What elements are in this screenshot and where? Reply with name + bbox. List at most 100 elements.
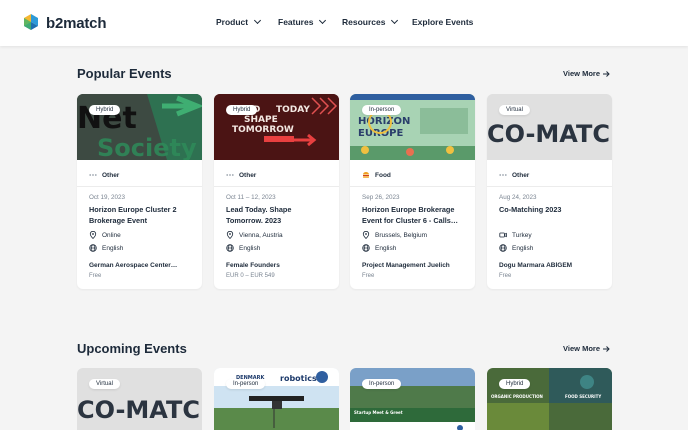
- event-language: English: [499, 244, 600, 252]
- upcoming-view-more-link[interactable]: View More: [563, 344, 610, 353]
- view-more-label: View More: [563, 69, 600, 78]
- event-language: English: [89, 244, 190, 252]
- event-date: Oct 19, 2023: [89, 194, 126, 201]
- event-image: HORIZON EUROPE In-person: [350, 94, 475, 160]
- event-image: ORGANIC PRODUCTION FOOD SECURITY: [487, 368, 612, 430]
- popular-events-title: Popular Events: [77, 66, 172, 81]
- svg-text:FOOD SECURITY: FOOD SECURITY: [565, 394, 601, 399]
- language-label: English: [239, 244, 261, 252]
- event-format-badge: Virtual: [499, 105, 530, 115]
- event-location: Vienna, Austria: [226, 231, 327, 239]
- language-label: English: [512, 244, 534, 252]
- event-card[interactable]: CO-MATC Virtual Other Aug 24, 2023 Co-Ma…: [487, 94, 612, 289]
- event-date: Sep 26, 2023: [362, 194, 400, 201]
- category-label: Other: [102, 171, 120, 179]
- chevron-down-icon: [254, 16, 262, 25]
- svg-text:robotics: robotics: [280, 374, 317, 383]
- event-card[interactable]: LEAD TODAY SHAPE TOMORROW Hybrid Other O…: [214, 94, 339, 289]
- event-card[interactable]: HORIZON EUROPE In-person Food Sep 26, 20…: [350, 94, 475, 289]
- event-price: EUR 0 – EUR 549: [226, 273, 275, 279]
- nav-resources[interactable]: Resources: [342, 16, 399, 27]
- globe-icon: [89, 244, 97, 252]
- globe-icon: [362, 244, 370, 252]
- event-format-badge: Hybrid: [499, 379, 531, 389]
- event-organizer: Project Management Juelich: [362, 262, 450, 269]
- chevron-down-icon: [319, 16, 327, 25]
- event-format-badge: In-person: [362, 379, 402, 389]
- event-title: Lead Today. Shape Tomorrow. 2023: [226, 205, 292, 225]
- event-image: Net Society Hybrid: [77, 94, 202, 160]
- logo[interactable]: b2match: [22, 12, 106, 34]
- logo-text: b2match: [46, 14, 107, 32]
- nav-resources-label: Resources: [342, 17, 386, 27]
- event-format-badge: Hybrid: [226, 105, 258, 115]
- dots-icon: [89, 174, 97, 176]
- top-navbar: b2match Product Features Resources Explo…: [0, 0, 688, 46]
- arrow-right-icon: [603, 70, 610, 77]
- globe-icon: [499, 244, 507, 252]
- nav-features[interactable]: Features: [278, 16, 327, 27]
- dots-icon: [226, 174, 234, 176]
- event-language: English: [226, 244, 327, 252]
- language-label: English: [375, 244, 397, 252]
- event-category: Food: [362, 170, 463, 180]
- event-title: Horizon Europe Brokerage Event for Clust…: [362, 205, 459, 225]
- divider: [214, 186, 339, 187]
- location-pin-icon: [362, 231, 370, 239]
- event-date: Aug 24, 2023: [499, 194, 537, 201]
- chevron-down-icon: [391, 16, 399, 25]
- event-card[interactable]: Startup Meet & Greet In-person: [350, 368, 475, 430]
- svg-text:TODAY: TODAY: [276, 105, 310, 115]
- event-format-badge: In-person: [226, 379, 266, 389]
- video-camera-icon: [499, 232, 507, 238]
- nav-explore-events-label: Explore Events: [412, 17, 474, 27]
- category-label: Other: [512, 171, 530, 179]
- location-pin-icon: [89, 231, 97, 239]
- event-title: Co-Matching 2023: [499, 205, 562, 214]
- location-label: Turkey: [512, 231, 532, 239]
- dots-icon: [499, 174, 507, 176]
- event-organizer: Female Founders: [226, 262, 280, 269]
- event-image: CO-MATC Virtual: [487, 94, 612, 160]
- svg-text:CO-MATC: CO-MATC: [487, 120, 610, 148]
- event-card[interactable]: Net Society Hybrid Other Oct 19, 2023 Ho…: [77, 94, 202, 289]
- upcoming-events-title: Upcoming Events: [77, 341, 187, 356]
- event-image: LEAD TODAY SHAPE TOMORROW Hybrid: [214, 94, 339, 160]
- svg-text:Society: Society: [97, 134, 197, 160]
- event-organizer: Dogu Marmara ABİGEM: [499, 262, 573, 269]
- nav-features-label: Features: [278, 17, 314, 27]
- svg-text:HORIZON: HORIZON: [358, 116, 410, 127]
- arrow-right-icon: [603, 345, 610, 352]
- divider: [77, 186, 202, 187]
- svg-text:Startup Meet & Greet: Startup Meet & Greet: [354, 410, 403, 415]
- event-category: Other: [499, 170, 600, 180]
- b2match-logo-icon: [24, 14, 38, 30]
- svg-text:SHAPE: SHAPE: [244, 115, 278, 125]
- event-format-badge: Hybrid: [89, 105, 121, 115]
- nav-product[interactable]: Product: [216, 16, 262, 27]
- globe-icon: [226, 244, 234, 252]
- event-image: Startup Meet & Greet: [350, 368, 475, 430]
- divider: [350, 186, 475, 187]
- location-label: Online: [102, 231, 121, 239]
- view-more-label: View More: [563, 344, 600, 353]
- event-organizer: German Aerospace Center…: [89, 262, 178, 269]
- event-price: Free: [362, 273, 375, 279]
- category-label: Food: [375, 171, 391, 179]
- svg-text:TOMORROW: TOMORROW: [232, 125, 294, 135]
- event-card[interactable]: DENMARK robotics In-person: [214, 368, 339, 430]
- svg-text:CO-MATC: CO-MATC: [77, 396, 200, 424]
- svg-text:ORGANIC PRODUCTION: ORGANIC PRODUCTION: [491, 394, 543, 399]
- popular-view-more-link[interactable]: View More: [563, 69, 610, 78]
- event-price: Free: [499, 273, 512, 279]
- event-price: Free: [89, 273, 102, 279]
- nav-product-label: Product: [216, 17, 249, 27]
- event-card[interactable]: ORGANIC PRODUCTION FOOD SECURITY Hybrid: [487, 368, 612, 430]
- event-image: CO-MATC: [77, 368, 202, 430]
- event-card[interactable]: CO-MATC Virtual: [77, 368, 202, 430]
- event-image: DENMARK robotics: [214, 368, 339, 430]
- nav-explore-events[interactable]: Explore Events: [412, 17, 473, 27]
- event-date: Oct 11 – 12, 2023: [226, 194, 276, 201]
- event-location: Turkey: [499, 231, 600, 239]
- event-title: Horizon Europe Cluster 2 Brokerage Event: [89, 205, 177, 225]
